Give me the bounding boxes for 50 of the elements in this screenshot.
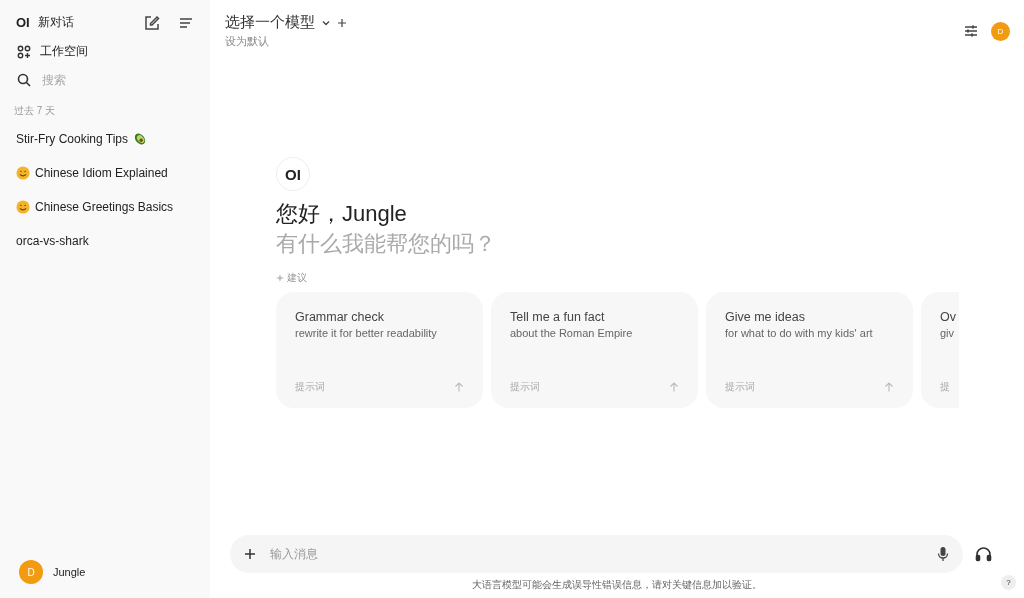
grid-icon (16, 43, 32, 60)
disclaimer: 大语言模型可能会生成误导性错误信息，请对关键信息加以验证。 (472, 579, 762, 592)
section-label: 过去 7 天 (13, 104, 57, 118)
suggestion-title: Give me ideas (725, 310, 806, 324)
chat-item[interactable]: Chinese Idiom Explained (8, 158, 202, 188)
sparkle-icon (276, 274, 284, 282)
arrow-up-icon (669, 382, 679, 392)
microphone-icon[interactable] (937, 546, 949, 562)
suggestion-title: Grammar check (295, 310, 385, 324)
chat-item[interactable]: orca-vs-shark (8, 226, 202, 256)
suggestion-title: Tell me a fun fact (510, 310, 606, 324)
message-field[interactable]: 输入消息 (268, 546, 925, 562)
app-logo: OI (16, 15, 30, 30)
avocado-icon (133, 132, 148, 146)
search-field[interactable]: 搜索 (40, 72, 164, 88)
subtitle: 有什么我能帮您的吗？ (276, 230, 497, 258)
user-name[interactable]: Jungle (53, 566, 86, 578)
set-default-link[interactable]: 设为默认 (225, 35, 347, 49)
suggestion-card[interactable]: Tell me a fun fact about the Roman Empire 提示词 (491, 292, 698, 408)
plus-icon[interactable] (244, 548, 256, 560)
suggestion-subtitle: for what to do with my kids' art (725, 327, 874, 339)
workspace-button[interactable]: 工作空间 (40, 43, 88, 60)
chat-item[interactable]: Stir-Fry Cooking Tips (8, 124, 202, 154)
suggestion-subtitle: rewrite it for better readability (295, 327, 438, 339)
suggestion-title: Ov (940, 310, 957, 324)
smiley-icon (16, 200, 30, 214)
suggestion-card[interactable]: Ov giv 提 (921, 292, 959, 408)
suggestion-card[interactable]: Grammar check rewrite it for better readability 提示词 (276, 292, 483, 408)
edit-icon[interactable] (144, 14, 160, 31)
smiley-icon (16, 166, 30, 180)
chat-item[interactable]: Chinese Greetings Basics (8, 192, 202, 222)
suggestion-subtitle: about the Roman Empire (510, 327, 634, 339)
suggestion-subtitle: giv (940, 327, 956, 339)
arrow-up-icon (884, 382, 894, 392)
search-icon (16, 72, 32, 88)
greeting: 您好，Jungle (276, 200, 408, 228)
help-button[interactable]: ? (1001, 575, 1016, 590)
model-select[interactable]: 选择一个模型 (225, 13, 331, 32)
message-input[interactable]: 输入消息 (230, 535, 963, 573)
prompt-tag: 提示词 (510, 380, 540, 394)
suggestions-label: 建议 (287, 271, 307, 285)
settings-sliders-icon[interactable] (963, 23, 979, 39)
arrow-up-icon (454, 382, 464, 392)
prompt-tag: 提 (940, 380, 950, 394)
prompt-tag: 提示词 (295, 380, 325, 394)
suggestion-card[interactable]: Give me ideas for what to do with my kids' art 提示词 (706, 292, 913, 408)
headphones-icon[interactable] (975, 546, 992, 562)
add-icon[interactable] (337, 17, 347, 28)
new-chat-button[interactable]: 新对话 (37, 14, 74, 31)
prompt-tag: 提示词 (725, 380, 755, 394)
